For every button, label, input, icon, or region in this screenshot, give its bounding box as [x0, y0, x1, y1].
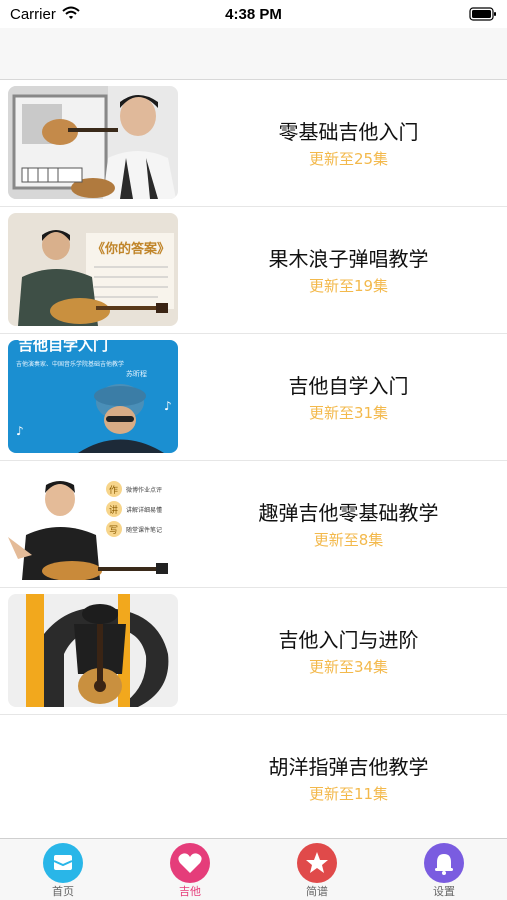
course-title: 吉他入门与进阶	[278, 628, 419, 652]
course-update-status: 更新至11集	[308, 785, 389, 803]
course-list[interactable]: 零基础吉他入门 更新至25集 《你的答案》 果木浪子弹唱教学 更新至19集 吉他…	[0, 80, 507, 842]
course-update-status: 更新至31集	[308, 404, 389, 422]
course-thumbnail: 吉他自学入门 吉他演奏家、中国音乐学院基础吉他教学 苏昕程 ♪ ♪	[8, 340, 178, 453]
tab-label: 首页	[52, 885, 74, 898]
course-title: 果木浪子弹唱教学	[268, 247, 429, 271]
course-thumbnail	[8, 594, 178, 707]
course-row[interactable]: 《你的答案》 果木浪子弹唱教学 更新至19集	[0, 207, 507, 334]
badge-zuo: 作	[109, 484, 118, 496]
svg-text:♪: ♪	[16, 424, 24, 438]
course-thumbnail: 《你的答案》	[8, 213, 178, 326]
course-thumbnail: 作 微博作业点评 讲 讲解详细易懂 写 随堂课件笔记	[8, 467, 178, 580]
status-bar: Carrier 4:38 PM	[0, 0, 507, 28]
badge-xie: 写	[109, 525, 118, 536]
course-update-status: 更新至34集	[308, 658, 389, 676]
course-update-status: 更新至19集	[308, 277, 389, 295]
course-update-status: 更新至8集	[313, 531, 384, 549]
course-title: 胡洋指弹吉他教学	[268, 755, 429, 779]
self-study-banner: 吉他自学入门	[18, 340, 108, 354]
self-study-subtitle: 吉他演奏家、中国音乐学院基础吉他教学	[16, 360, 124, 368]
tab-guitar[interactable]: 吉他	[127, 839, 253, 900]
navigation-bar	[0, 28, 507, 80]
tab-label: 简谱	[306, 885, 328, 898]
course-row[interactable]: 吉他自学入门 吉他演奏家、中国音乐学院基础吉他教学 苏昕程 ♪ ♪ 吉他自学入门…	[0, 334, 507, 461]
tab-notation[interactable]: 简谱	[254, 839, 380, 900]
course-row[interactable]: 吉他入门与进阶 更新至34集	[0, 588, 507, 715]
home-icon	[43, 843, 83, 883]
heart-icon	[170, 843, 210, 883]
tab-home[interactable]: 首页	[0, 839, 126, 900]
course-thumbnail	[8, 86, 178, 199]
badge-xie-text: 随堂课件笔记	[126, 526, 162, 534]
course-row[interactable]: 零基础吉他入门 更新至25集	[0, 80, 507, 207]
tab-label: 设置	[433, 885, 455, 898]
badge-jiang-text: 讲解详细易懂	[126, 506, 162, 514]
course-row[interactable]: 作 微博作业点评 讲 讲解详细易懂 写 随堂课件笔记 趣弹吉他零基础教学 更新至…	[0, 461, 507, 588]
course-update-status: 更新至25集	[308, 150, 389, 168]
star-icon	[297, 843, 337, 883]
course-title: 零基础吉他入门	[278, 120, 419, 144]
course-row[interactable]: 胡洋指弹吉他教学 更新至11集	[0, 715, 507, 842]
course-title: 吉他自学入门	[288, 374, 409, 398]
tab-settings[interactable]: 设置	[381, 839, 507, 900]
battery-icon	[469, 7, 497, 25]
answer-title-text: 《你的答案》	[92, 241, 170, 257]
badge-jiang: 讲	[109, 504, 118, 516]
tab-label: 吉他	[179, 885, 201, 898]
svg-text:♪: ♪	[164, 399, 172, 413]
course-title: 趣弹吉他零基础教学	[258, 501, 439, 525]
self-study-teacher: 苏昕程	[126, 369, 147, 378]
status-time: 4:38 PM	[225, 6, 282, 23]
bell-icon	[424, 843, 464, 883]
badge-zuo-text: 微博作业点评	[126, 486, 162, 494]
tab-bar: 首页 吉他 简谱 设置	[0, 838, 507, 900]
